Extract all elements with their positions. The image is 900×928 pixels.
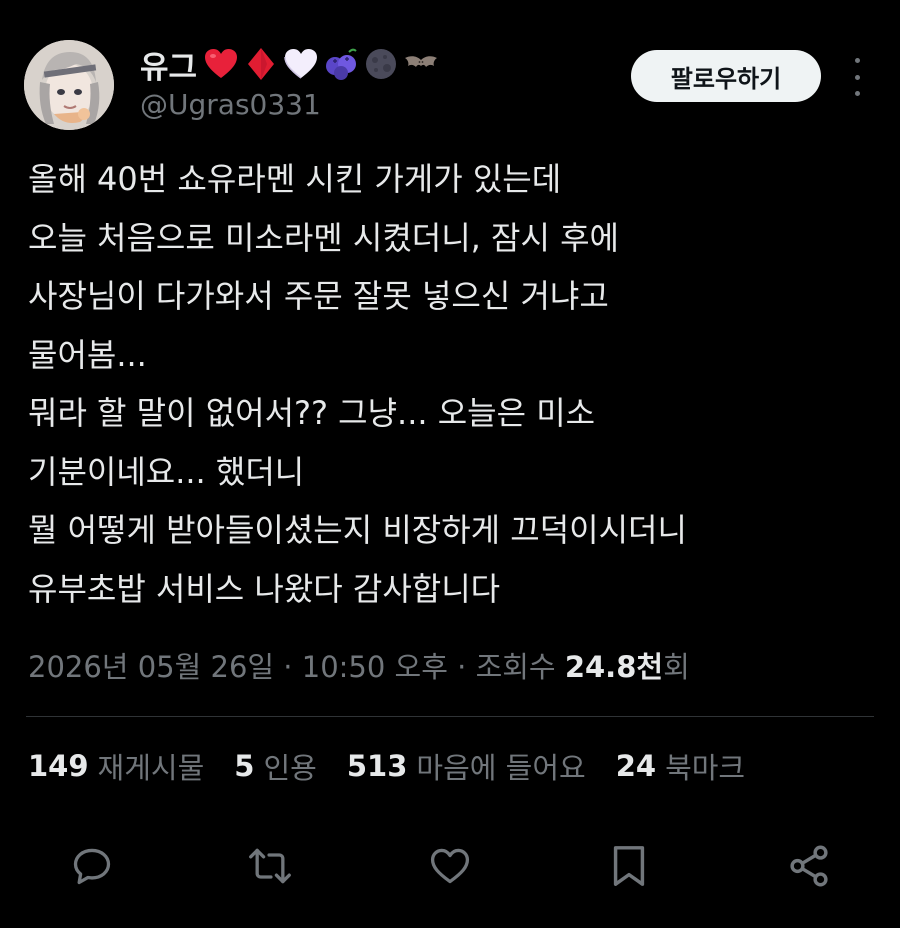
tweet-time[interactable]: 10:50 오후 bbox=[302, 650, 448, 684]
tweet-line: 사장님이 다가와서 주문 잘못 넣으신 거냐고 bbox=[28, 277, 609, 315]
follow-button[interactable]: 팔로우하기 bbox=[631, 50, 821, 102]
avatar[interactable] bbox=[24, 40, 114, 130]
engagement-stats: 149 재게시물 5 인용 513 마음에 들어요 24 북마크 bbox=[28, 744, 775, 788]
display-name[interactable]: 유그 bbox=[140, 42, 197, 87]
tweet-line: 올해 40번 쇼유라멘 시킨 가게가 있는데 bbox=[28, 160, 562, 198]
blueberries-icon bbox=[326, 48, 357, 80]
reply-icon-glyph bbox=[73, 848, 111, 885]
share-icon[interactable] bbox=[783, 840, 835, 892]
views-label: 조회수 bbox=[475, 650, 556, 684]
like-icon-glyph bbox=[430, 848, 470, 884]
new-moon-face-icon bbox=[366, 49, 397, 79]
tweet-line: 기분이네요... 했더니 bbox=[28, 452, 305, 491]
stat-count: 5 bbox=[234, 749, 255, 783]
tweet-line: 유부초밥 서비스 나왔다 감사합니다 bbox=[28, 569, 501, 608]
user-handle[interactable]: @Ugras0331 bbox=[140, 88, 321, 121]
like-icon[interactable] bbox=[424, 840, 476, 892]
avatar-image bbox=[24, 40, 114, 130]
meta-separator: · bbox=[447, 650, 476, 684]
more-dot bbox=[854, 58, 860, 63]
stat-label: 인용 bbox=[263, 751, 317, 785]
divider bbox=[26, 716, 874, 717]
name-row[interactable]: 유그 bbox=[140, 42, 439, 86]
tweet-text: 올해 40번 쇼유라멘 시킨 가게가 있는데 오늘 처음으로 미소라멘 시켰더니… bbox=[28, 150, 878, 618]
tweet-line: 뭐라 할 말이 없어서?? 그냥... 오늘은 미소 bbox=[28, 394, 596, 432]
reply-icon[interactable] bbox=[66, 840, 118, 892]
retweet-icon[interactable] bbox=[244, 840, 296, 892]
quotes-stat[interactable]: 5 인용 bbox=[234, 745, 317, 787]
red-diamond-icon bbox=[248, 48, 275, 80]
bat-icon bbox=[405, 56, 438, 67]
stat-count: 149 bbox=[28, 749, 89, 783]
share-icon-glyph bbox=[790, 845, 828, 887]
likes-stat[interactable]: 513 마음에 들어요 bbox=[347, 745, 586, 787]
stat-label: 마음에 들어요 bbox=[416, 751, 586, 785]
more-dot bbox=[854, 74, 860, 80]
tweet-date[interactable]: 2026년 05월 26일 bbox=[28, 650, 274, 684]
stat-count: 24 bbox=[615, 749, 657, 783]
more-dot bbox=[854, 91, 860, 96]
views-suffix: 회 bbox=[663, 650, 690, 684]
stat-label: 북마크 bbox=[665, 751, 746, 785]
views-count: 24.8천 bbox=[564, 650, 664, 684]
meta-separator: · bbox=[274, 650, 302, 684]
stat-label: 재게시물 bbox=[97, 751, 205, 785]
tweet-line: 뭘 어떻게 받아들이셨는지 비장하게 끄덕이시더니 bbox=[28, 511, 687, 549]
bookmark-icon[interactable] bbox=[603, 840, 655, 892]
action-bar bbox=[0, 840, 900, 896]
reposts-stat[interactable]: 149 재게시물 bbox=[28, 745, 204, 787]
bookmarks-stat[interactable]: 24 북마크 bbox=[616, 745, 745, 787]
retweet-icon-glyph bbox=[249, 848, 291, 884]
tweet-line: 물어봄... bbox=[28, 335, 147, 374]
stat-count: 513 bbox=[346, 749, 408, 783]
more-options-icon[interactable] bbox=[842, 58, 872, 96]
white-heart-icon bbox=[284, 49, 318, 79]
bookmark-icon-glyph bbox=[613, 846, 645, 886]
red-heart-icon bbox=[205, 49, 238, 78]
tweet-line: 오늘 처음으로 미소라멘 시켰더니, 잠시 후에 bbox=[28, 218, 619, 257]
tweet-header: 유그 @Ugras0331 팔로우하기 bbox=[0, 0, 900, 140]
tweet-meta: 2026년 05월 26일 · 10:50 오후 · 조회수 24.8천회 bbox=[28, 645, 690, 689]
